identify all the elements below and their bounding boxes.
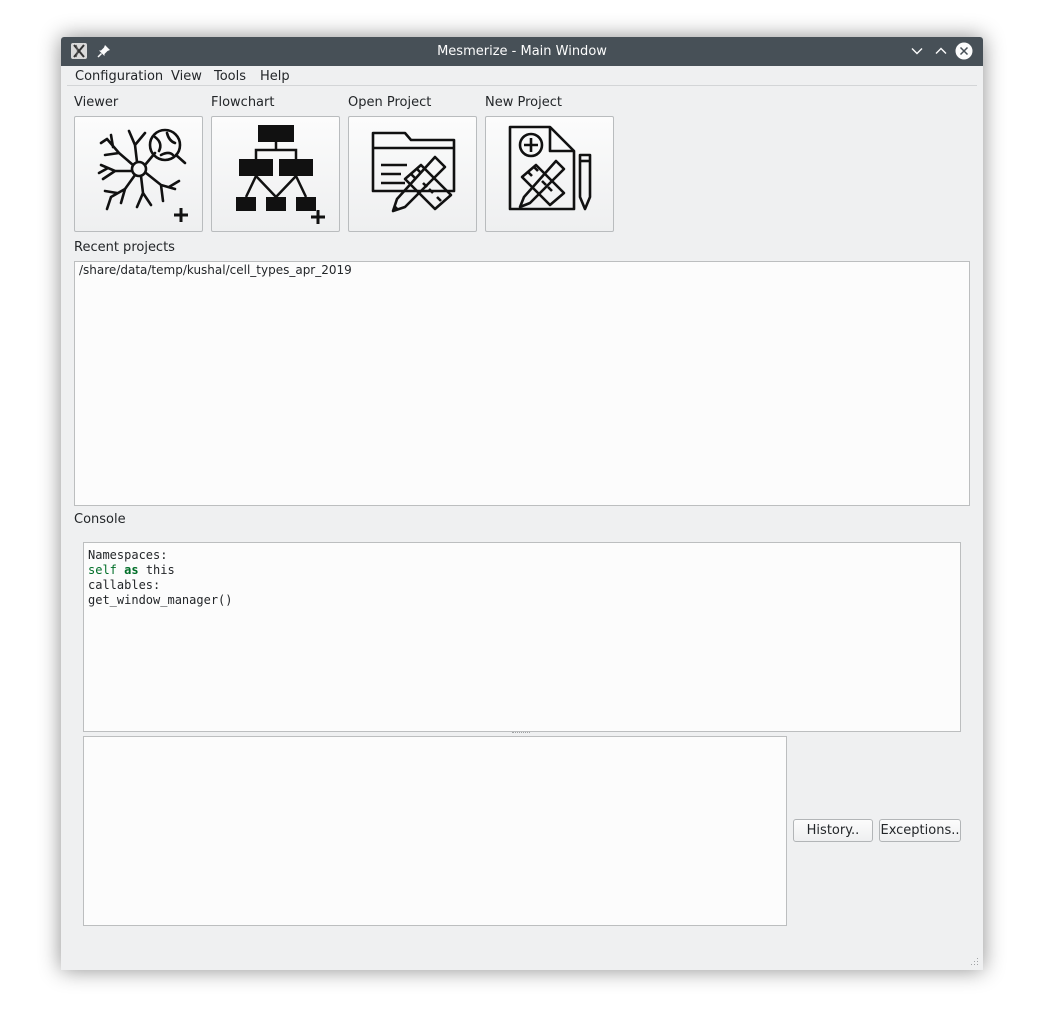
open-project-label: Open Project [348, 95, 432, 110]
console-line: get_window_manager() [88, 593, 233, 607]
main-window: Mesmerize - Main Window Configuration Vi… [61, 37, 983, 970]
flowchart-label: Flowchart [211, 95, 275, 110]
window-title: Mesmerize - Main Window [437, 44, 607, 59]
console-output[interactable]: Namespaces: self as this callables: get_… [83, 542, 961, 732]
menu-configuration[interactable]: Configuration [75, 68, 163, 86]
chevron-up-icon [935, 47, 947, 54]
recent-projects-list[interactable]: /share/data/temp/kushal/cell_types_apr_2… [74, 261, 970, 506]
console-line: Namespaces: [88, 548, 168, 562]
exceptions-button[interactable]: Exceptions.. [879, 819, 961, 842]
viewer-button[interactable] [74, 116, 203, 232]
console-input[interactable] [83, 736, 787, 926]
keyword-self: self [88, 563, 117, 577]
new-project-label: New Project [485, 95, 562, 110]
folder-tools-icon [371, 131, 456, 213]
menu-bar: Configuration View Tools Help [61, 66, 983, 86]
list-item[interactable]: /share/data/temp/kushal/cell_types_apr_2… [79, 263, 352, 277]
menu-separator [67, 85, 977, 86]
close-icon [955, 42, 973, 60]
console-line: callables: [88, 578, 161, 592]
menu-help[interactable]: Help [260, 68, 290, 86]
new-document-icon [508, 125, 592, 211]
viewer-label: Viewer [74, 95, 119, 110]
title-bar[interactable]: Mesmerize - Main Window [61, 37, 983, 66]
menu-view[interactable]: View [171, 68, 202, 86]
keyword-this: this [145, 563, 175, 577]
maximize-button[interactable] [932, 42, 950, 60]
flowchart-icon [236, 125, 325, 224]
history-button[interactable]: History.. [793, 819, 873, 842]
close-button[interactable] [955, 42, 973, 60]
chevron-down-icon [911, 48, 923, 55]
minimize-button[interactable] [908, 42, 926, 60]
console-label: Console [74, 512, 126, 527]
size-grip-icon[interactable] [969, 956, 979, 966]
recent-projects-label: Recent projects [74, 240, 175, 255]
console-line: self as this [88, 563, 956, 578]
new-project-button[interactable] [485, 116, 614, 232]
flowchart-button[interactable] [211, 116, 340, 232]
keyword-as: as [124, 563, 139, 577]
menu-tools[interactable]: Tools [214, 68, 246, 86]
neuron-viewer-icon [97, 128, 188, 222]
open-project-button[interactable] [348, 116, 477, 232]
